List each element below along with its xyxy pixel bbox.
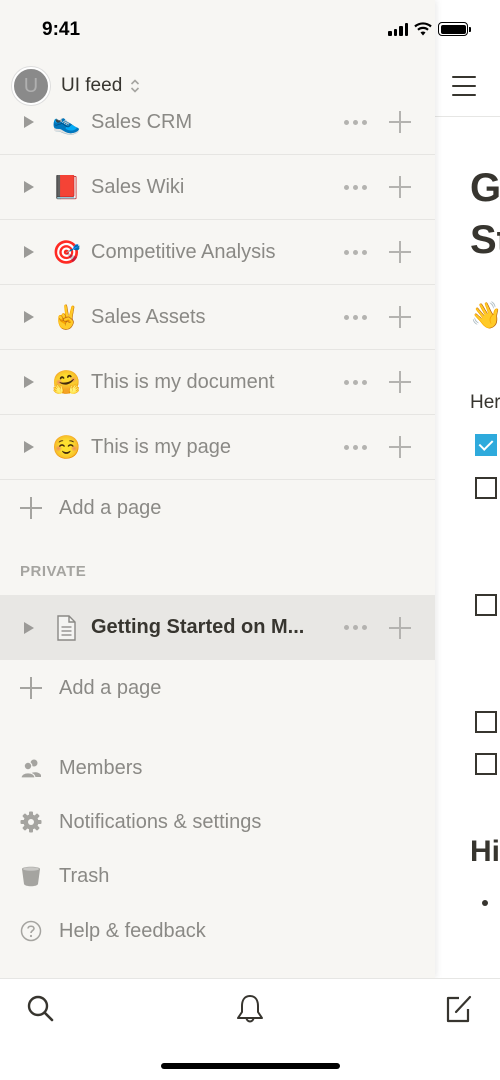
home-indicator <box>161 1063 340 1069</box>
status-time: 9:41 <box>42 19 81 40</box>
page-label: Sales Wiki <box>91 175 185 198</box>
add-subpage-icon[interactable] <box>389 111 411 133</box>
add-private-page-button[interactable]: Add a page <box>0 663 435 713</box>
help-icon <box>20 920 42 942</box>
bullet-point <box>482 900 488 906</box>
battery-icon <box>438 22 471 36</box>
expand-toggle-icon[interactable] <box>24 621 34 634</box>
menu-item-members[interactable]: Members <box>0 746 435 790</box>
page-row-this-is-my-page[interactable]: ☺️ This is my page <box>0 415 435 480</box>
status-bar: 9:41 <box>0 0 500 60</box>
expand-toggle-icon[interactable] <box>24 116 34 128</box>
add-subpage-icon[interactable] <box>389 616 411 639</box>
menu-item-notifications-settings[interactable]: Notifications & settings <box>0 800 435 844</box>
add-page-label: Add a page <box>59 496 162 519</box>
menu-item-help-feedback[interactable]: Help & feedback <box>0 909 435 953</box>
more-icon[interactable] <box>344 314 367 320</box>
page-label: This is my page <box>91 435 232 458</box>
add-page-button[interactable]: Add a page <box>0 483 435 533</box>
page-title: Getting Started on M <box>470 166 500 262</box>
page-label: Sales Assets <box>91 305 206 328</box>
menu-label: Help & feedback <box>59 919 206 942</box>
page-label: Competitive Analysis <box>91 240 276 263</box>
sidebar: U UI feed 👟 Sales CRM 📕 Sales Wiki 🎯 Com… <box>0 0 435 978</box>
wave-emoji: 👋 <box>470 300 500 330</box>
page-label: This is my document <box>91 370 275 393</box>
more-icon[interactable] <box>344 184 367 190</box>
section-heading: Hi <box>470 835 500 868</box>
add-page-label: Add a page <box>59 676 162 699</box>
page-row-sales-wiki[interactable]: 📕 Sales Wiki <box>0 155 435 220</box>
plus-icon <box>20 497 42 519</box>
todo-checkbox[interactable] <box>475 477 497 499</box>
page-row-getting-started[interactable]: Getting Started on M... <box>0 595 435 660</box>
page-row-this-is-my-document[interactable]: 🤗 This is my document <box>0 350 435 415</box>
page-row-sales-crm[interactable]: 👟 Sales CRM <box>0 90 435 155</box>
hugging-face-icon: 🤗 <box>52 368 81 395</box>
new-page-icon[interactable] <box>443 993 475 1025</box>
expand-toggle-icon[interactable] <box>24 311 34 323</box>
intro-text: Here <box>470 392 500 413</box>
expand-toggle-icon[interactable] <box>24 181 34 193</box>
victory-hand-icon: ✌️ <box>52 303 81 330</box>
page-row-sales-assets[interactable]: ✌️ Sales Assets <box>0 285 435 350</box>
menu-icon[interactable] <box>452 76 476 96</box>
menu-label: Trash <box>59 864 110 887</box>
search-icon[interactable] <box>25 993 57 1025</box>
cellular-signal-icon <box>388 22 408 36</box>
status-icons <box>388 22 471 36</box>
target-icon: 🎯 <box>52 238 81 265</box>
gear-icon <box>20 811 42 833</box>
page-row-competitive-analysis[interactable]: 🎯 Competitive Analysis <box>0 220 435 285</box>
todo-checkbox[interactable] <box>475 594 497 616</box>
members-icon <box>20 759 41 779</box>
expand-toggle-icon[interactable] <box>24 441 34 453</box>
todo-checkbox[interactable] <box>475 753 497 775</box>
expand-toggle-icon[interactable] <box>24 376 34 388</box>
smiling-face-icon: ☺️ <box>52 433 81 460</box>
menu-item-trash[interactable]: Trash <box>0 854 435 898</box>
page-label: Sales CRM <box>91 110 193 133</box>
sneaker-icon: 👟 <box>52 108 81 135</box>
todo-checkbox-checked[interactable] <box>475 434 497 456</box>
todo-checkbox[interactable] <box>475 711 497 733</box>
red-book-icon: 📕 <box>52 173 81 200</box>
add-subpage-icon[interactable] <box>389 241 411 263</box>
wifi-icon <box>414 22 432 36</box>
menu-label: Members <box>59 756 143 779</box>
add-subpage-icon[interactable] <box>389 306 411 328</box>
more-icon[interactable] <box>344 625 367 630</box>
more-icon[interactable] <box>344 379 367 385</box>
document-icon <box>57 614 76 641</box>
page-content: Getting Started on M 👋 Here Hi <box>435 0 500 978</box>
add-subpage-icon[interactable] <box>389 176 411 198</box>
trash-icon <box>22 866 40 887</box>
add-subpage-icon[interactable] <box>389 371 411 393</box>
menu-label: Notifications & settings <box>59 810 262 833</box>
more-icon[interactable] <box>344 444 367 450</box>
expand-toggle-icon[interactable] <box>24 246 34 258</box>
more-icon[interactable] <box>344 119 367 125</box>
page-label: Getting Started on M... <box>91 616 305 638</box>
add-subpage-icon[interactable] <box>389 436 411 458</box>
bell-icon[interactable] <box>234 993 266 1025</box>
more-icon[interactable] <box>344 249 367 255</box>
section-title-private: PRIVATE <box>20 563 87 580</box>
plus-icon <box>20 677 42 699</box>
